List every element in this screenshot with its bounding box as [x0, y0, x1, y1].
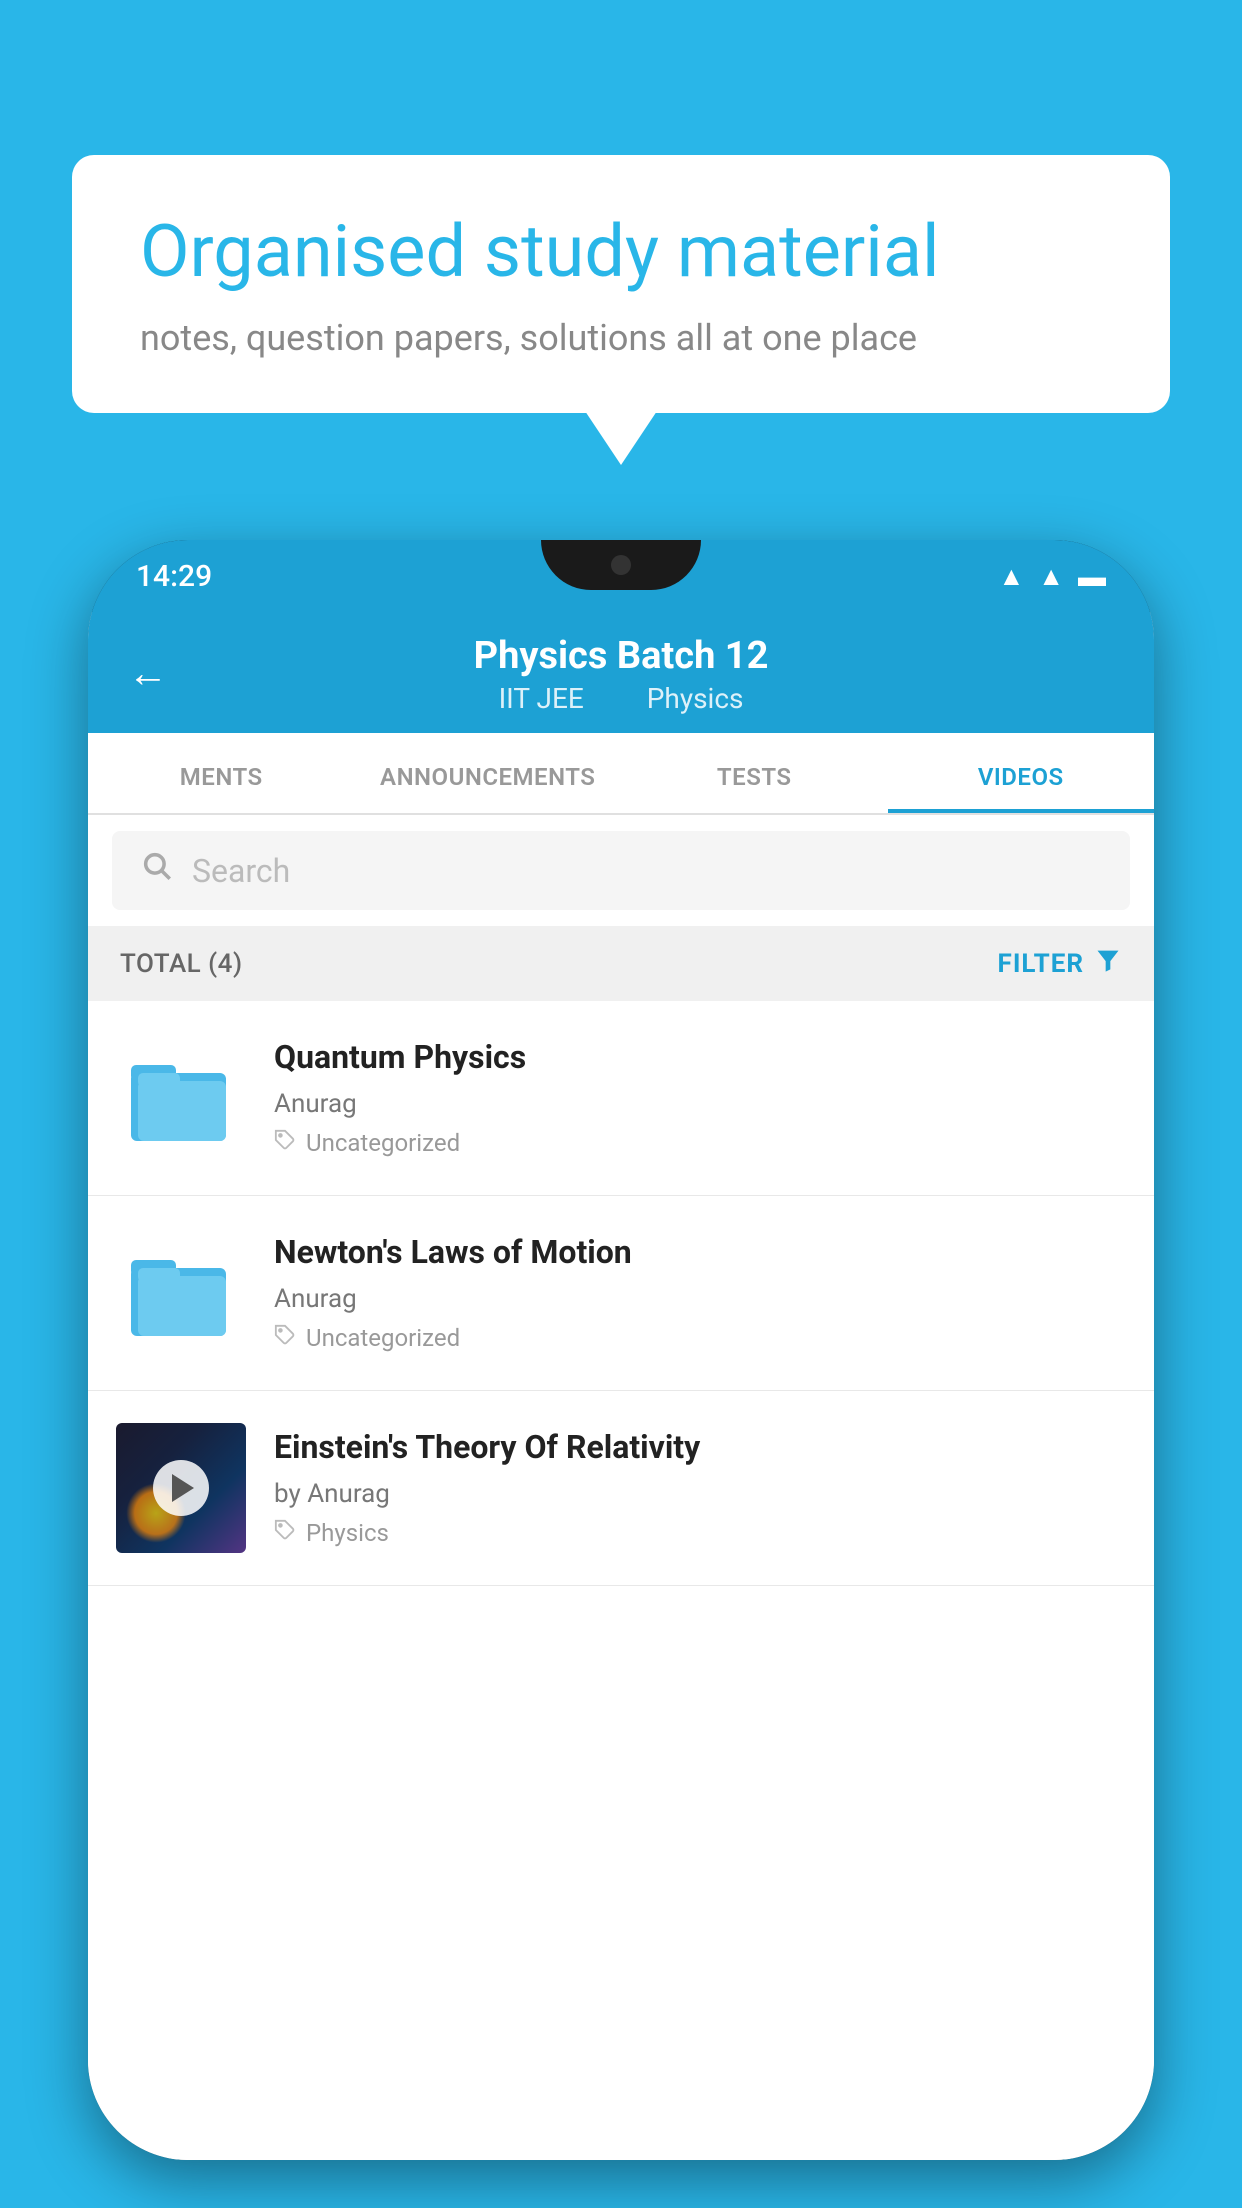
status-icons: ▲ ▲ ▬ — [999, 560, 1106, 593]
video-list: Quantum Physics Anurag Uncategorized — [88, 1001, 1154, 2160]
video-tag-1: Uncategorized — [274, 1324, 1126, 1352]
video-thumb-2 — [116, 1423, 246, 1553]
video-tag-2: Physics — [274, 1519, 1126, 1547]
video-title-0: Quantum Physics — [274, 1037, 1126, 1079]
folder-icon — [126, 1043, 236, 1153]
video-info-2: Einstein's Theory Of Relativity by Anura… — [274, 1423, 1126, 1547]
wifi-icon: ▲ — [999, 561, 1025, 592]
status-time: 14:29 — [136, 559, 212, 594]
subtitle-physics: Physics — [647, 682, 744, 715]
signal-icon: ▲ — [1038, 561, 1064, 592]
video-tag-0: Uncategorized — [274, 1129, 1126, 1157]
video-info-0: Quantum Physics Anurag Uncategorized — [274, 1033, 1126, 1157]
video-author-1: Anurag — [274, 1284, 1126, 1314]
bubble-subtitle: notes, question papers, solutions all at… — [140, 317, 1102, 359]
tag-icon-0 — [274, 1129, 296, 1157]
phone-notch — [541, 540, 701, 590]
play-button[interactable] — [153, 1460, 209, 1516]
list-item[interactable]: Newton's Laws of Motion Anurag Uncategor… — [88, 1196, 1154, 1391]
tag-label-0: Uncategorized — [306, 1129, 460, 1157]
tab-ments[interactable]: MENTS — [88, 733, 355, 813]
search-container: Search — [88, 815, 1154, 926]
video-title-2: Einstein's Theory Of Relativity — [274, 1427, 1126, 1469]
list-item[interactable]: Quantum Physics Anurag Uncategorized — [88, 1001, 1154, 1196]
folder-icon — [126, 1238, 236, 1348]
filter-button[interactable]: FILTER — [998, 946, 1122, 981]
video-info-1: Newton's Laws of Motion Anurag Uncategor… — [274, 1228, 1126, 1352]
search-box[interactable]: Search — [112, 831, 1130, 910]
tag-icon-1 — [274, 1324, 296, 1352]
filter-bar: TOTAL (4) FILTER — [88, 926, 1154, 1001]
video-author-0: Anurag — [274, 1089, 1126, 1119]
battery-icon: ▬ — [1078, 560, 1106, 593]
app-header: ← Physics Batch 12 IIT JEE Physics — [88, 612, 1154, 733]
header-subtitle: IIT JEE Physics — [485, 682, 758, 715]
tag-label-2: Physics — [306, 1519, 389, 1547]
header-title: Physics Batch 12 — [474, 634, 769, 678]
list-item[interactable]: Einstein's Theory Of Relativity by Anura… — [88, 1391, 1154, 1586]
speech-bubble: Organised study material notes, question… — [72, 155, 1170, 413]
video-thumb-0 — [116, 1033, 246, 1163]
camera — [611, 555, 631, 575]
tag-label-1: Uncategorized — [306, 1324, 460, 1352]
video-thumb-1 — [116, 1228, 246, 1358]
tab-videos[interactable]: VIDEOS — [888, 733, 1155, 813]
search-icon — [140, 849, 174, 892]
back-button[interactable]: ← — [128, 649, 168, 696]
tab-announcements[interactable]: ANNOUNCEMENTS — [355, 733, 622, 813]
tab-tests[interactable]: TESTS — [621, 733, 888, 813]
filter-funnel-icon — [1094, 946, 1122, 981]
search-placeholder: Search — [192, 852, 290, 890]
subtitle-iitjee: IIT JEE — [499, 682, 584, 715]
bubble-title: Organised study material — [140, 209, 1102, 295]
phone-frame: 14:29 ▲ ▲ ▬ ← Physics Batch 12 IIT JEE P… — [88, 540, 1154, 2160]
phone-content: ← Physics Batch 12 IIT JEE Physics MENTS… — [88, 612, 1154, 2160]
total-count: TOTAL (4) — [120, 949, 243, 979]
tabs-bar: MENTS ANNOUNCEMENTS TESTS VIDEOS — [88, 733, 1154, 815]
filter-label: FILTER — [998, 949, 1084, 979]
tag-icon-2 — [274, 1519, 296, 1547]
status-bar: 14:29 ▲ ▲ ▬ — [88, 540, 1154, 612]
play-icon — [172, 1474, 194, 1502]
video-title-1: Newton's Laws of Motion — [274, 1232, 1126, 1274]
video-author-2: by Anurag — [274, 1479, 1126, 1509]
